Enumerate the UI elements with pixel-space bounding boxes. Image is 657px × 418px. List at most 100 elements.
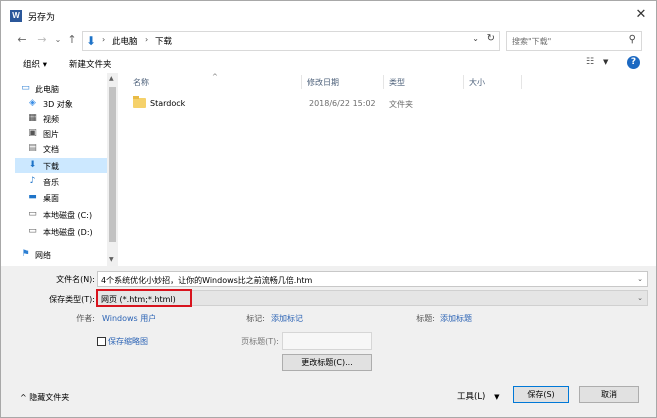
- hide-folders-label: 隐藏文件夹: [29, 393, 70, 402]
- column-divider[interactable]: [521, 75, 522, 89]
- computer-icon: ▭: [21, 83, 30, 93]
- add-title-link[interactable]: 添加标题: [440, 313, 472, 324]
- column-divider[interactable]: [383, 75, 384, 89]
- chevron-down-icon[interactable]: ⌄: [472, 34, 479, 43]
- file-name: Stardock: [150, 99, 186, 108]
- column-header-size[interactable]: 大小: [469, 77, 485, 88]
- documents-icon: ▤: [28, 143, 37, 153]
- back-arrow-icon[interactable]: ←: [15, 33, 29, 47]
- pictures-icon: ▣: [28, 128, 37, 138]
- search-icon[interactable]: ⚲: [629, 34, 636, 45]
- breadcrumb-this-pc[interactable]: 此电脑: [112, 35, 138, 47]
- network-icon: ⚑: [21, 249, 30, 259]
- view-options-icon[interactable]: ☷: [586, 57, 594, 67]
- add-tags-link[interactable]: 添加标记: [271, 313, 303, 324]
- nav-scrollbar[interactable]: ▲ ▼: [107, 73, 118, 266]
- drive-icon: ▭: [28, 226, 37, 236]
- title-bar: W 另存为 ✕: [1, 1, 656, 29]
- recent-locations-icon[interactable]: ⌄: [51, 33, 65, 47]
- navigation-bar: ← → ⌄ ↑ ⬇ › 此电脑 › 下载 ⌄ ↻ 搜索"下载" ⚲: [1, 29, 656, 53]
- sidebar-item-video[interactable]: ▦ 视频: [15, 111, 107, 126]
- sidebar-item-3d-objects[interactable]: ◈ 3D 对象: [15, 96, 107, 111]
- sidebar-item-this-pc[interactable]: ▭ 此电脑: [15, 81, 107, 96]
- chevron-down-icon[interactable]: ⌄: [637, 275, 643, 283]
- tools-button[interactable]: 工具(L) ▼: [457, 390, 499, 402]
- breadcrumb-separator-icon: ›: [145, 35, 149, 44]
- author-label: 作者:: [76, 314, 95, 323]
- sidebar-item-label: 文档: [43, 145, 59, 154]
- file-list: ^ 名称 修改日期 类型 大小 Stardock 2018/6/22 15:02…: [125, 73, 650, 266]
- address-bar[interactable]: ⬇ › 此电脑 › 下载 ⌄ ↻: [82, 31, 500, 51]
- scroll-down-icon[interactable]: ▼: [109, 256, 114, 263]
- hide-folders-toggle[interactable]: ^ 隐藏文件夹: [20, 392, 69, 403]
- sidebar-item-drive-c[interactable]: ▭ 本地磁盘 (C:): [15, 207, 107, 222]
- sidebar-item-label: 下载: [43, 162, 59, 171]
- column-header-date[interactable]: 修改日期: [307, 77, 339, 88]
- command-bar: 组织 ▾ 新建文件夹 ☷ ▼ ?: [1, 53, 656, 73]
- save-type-label: 保存类型(T):: [49, 295, 95, 304]
- change-title-button[interactable]: 更改标题(C)...: [282, 354, 372, 371]
- sidebar-item-label: 此电脑: [35, 85, 59, 94]
- author-link[interactable]: Windows 用户: [102, 313, 156, 324]
- cancel-button[interactable]: 取消: [579, 386, 639, 403]
- sidebar-item-label: 网络: [35, 251, 51, 260]
- sidebar-item-downloads[interactable]: ⬇ 下载: [15, 158, 107, 173]
- filename-field[interactable]: 4个系统优化小妙招，让你的Windows比之前流畅几倍.htm ⌄: [97, 271, 648, 287]
- chevron-up-icon: ^: [20, 393, 27, 402]
- page-title-label: 页标题(T):: [241, 337, 279, 346]
- title-label: 标题:: [416, 314, 435, 323]
- chevron-down-icon[interactable]: ▼: [603, 58, 608, 66]
- search-input[interactable]: 搜索"下载": [512, 36, 551, 47]
- save-thumbnail-checkbox[interactable]: [97, 337, 106, 346]
- organize-button[interactable]: 组织 ▾: [23, 58, 47, 70]
- sidebar-item-music[interactable]: ♪ 音乐: [15, 174, 107, 189]
- download-icon: ⬇: [28, 160, 37, 170]
- sidebar-item-desktop[interactable]: ▬ 桌面: [15, 190, 107, 205]
- highlight-annotation: [96, 289, 192, 307]
- filename-label: 文件名(N):: [56, 275, 95, 284]
- dialog-footer: ^ 隐藏文件夹 工具(L) ▼ 保存(S) 取消: [1, 376, 656, 417]
- search-box[interactable]: 搜索"下载" ⚲: [506, 31, 642, 51]
- 3d-objects-icon: ◈: [29, 98, 36, 108]
- chevron-down-icon[interactable]: ⌄: [637, 294, 643, 302]
- video-icon: ▦: [28, 113, 37, 123]
- column-divider[interactable]: [463, 75, 464, 89]
- chevron-down-icon: ▼: [494, 393, 500, 401]
- column-divider[interactable]: [301, 75, 302, 89]
- column-header-type[interactable]: 类型: [389, 77, 405, 88]
- sort-up-icon: ^: [212, 73, 218, 81]
- list-item[interactable]: Stardock 2018/6/22 15:02 文件夹: [125, 95, 650, 112]
- breadcrumb-downloads[interactable]: 下载: [155, 35, 172, 47]
- filename-input[interactable]: 4个系统优化小妙招，让你的Windows比之前流畅几倍.htm: [101, 275, 312, 286]
- refresh-icon[interactable]: ↻: [487, 33, 495, 44]
- sidebar-item-pictures[interactable]: ▣ 图片: [15, 126, 107, 141]
- up-arrow-icon[interactable]: ↑: [65, 33, 79, 47]
- scroll-up-icon[interactable]: ▲: [109, 75, 114, 82]
- word-app-icon: W: [10, 10, 22, 22]
- window-title: 另存为: [28, 13, 56, 23]
- sidebar-item-label: 本地磁盘 (C:): [43, 211, 93, 220]
- sidebar-item-label: 视频: [43, 115, 59, 124]
- tools-label: 工具(L): [457, 392, 486, 402]
- save-button[interactable]: 保存(S): [513, 386, 569, 403]
- sidebar-item-label: 桌面: [43, 194, 59, 203]
- help-icon[interactable]: ?: [627, 56, 640, 69]
- navigation-pane: ▭ 此电脑 ◈ 3D 对象 ▦ 视频 ▣ 图片 ▤ 文档 ⬇ 下载 ♪ 音乐 ▬: [15, 73, 118, 266]
- forward-arrow-icon[interactable]: →: [35, 33, 49, 47]
- sidebar-item-drive-d[interactable]: ▭ 本地磁盘 (D:): [15, 224, 107, 239]
- column-header-name[interactable]: 名称: [133, 77, 149, 88]
- save-thumbnail-label[interactable]: 保存缩略图: [108, 336, 148, 347]
- file-type: 文件夹: [389, 100, 413, 109]
- file-date: 2018/6/22 15:02: [309, 99, 376, 108]
- close-button[interactable]: ✕: [626, 3, 656, 27]
- sidebar-item-documents[interactable]: ▤ 文档: [15, 141, 107, 156]
- save-as-dialog: W 另存为 ✕ ← → ⌄ ↑ ⬇ › 此电脑 › 下载 ⌄ ↻ 搜索"下载" …: [0, 0, 657, 418]
- sidebar-item-label: 音乐: [43, 178, 59, 187]
- tags-label: 标记:: [246, 314, 265, 323]
- sidebar-item-label: 本地磁盘 (D:): [43, 228, 93, 237]
- sidebar-item-network[interactable]: ⚑ 网络: [15, 247, 107, 262]
- new-folder-button[interactable]: 新建文件夹: [69, 58, 112, 70]
- drive-icon: ▭: [28, 209, 37, 219]
- scrollbar-thumb[interactable]: [109, 87, 116, 242]
- download-folder-icon: ⬇: [86, 34, 97, 48]
